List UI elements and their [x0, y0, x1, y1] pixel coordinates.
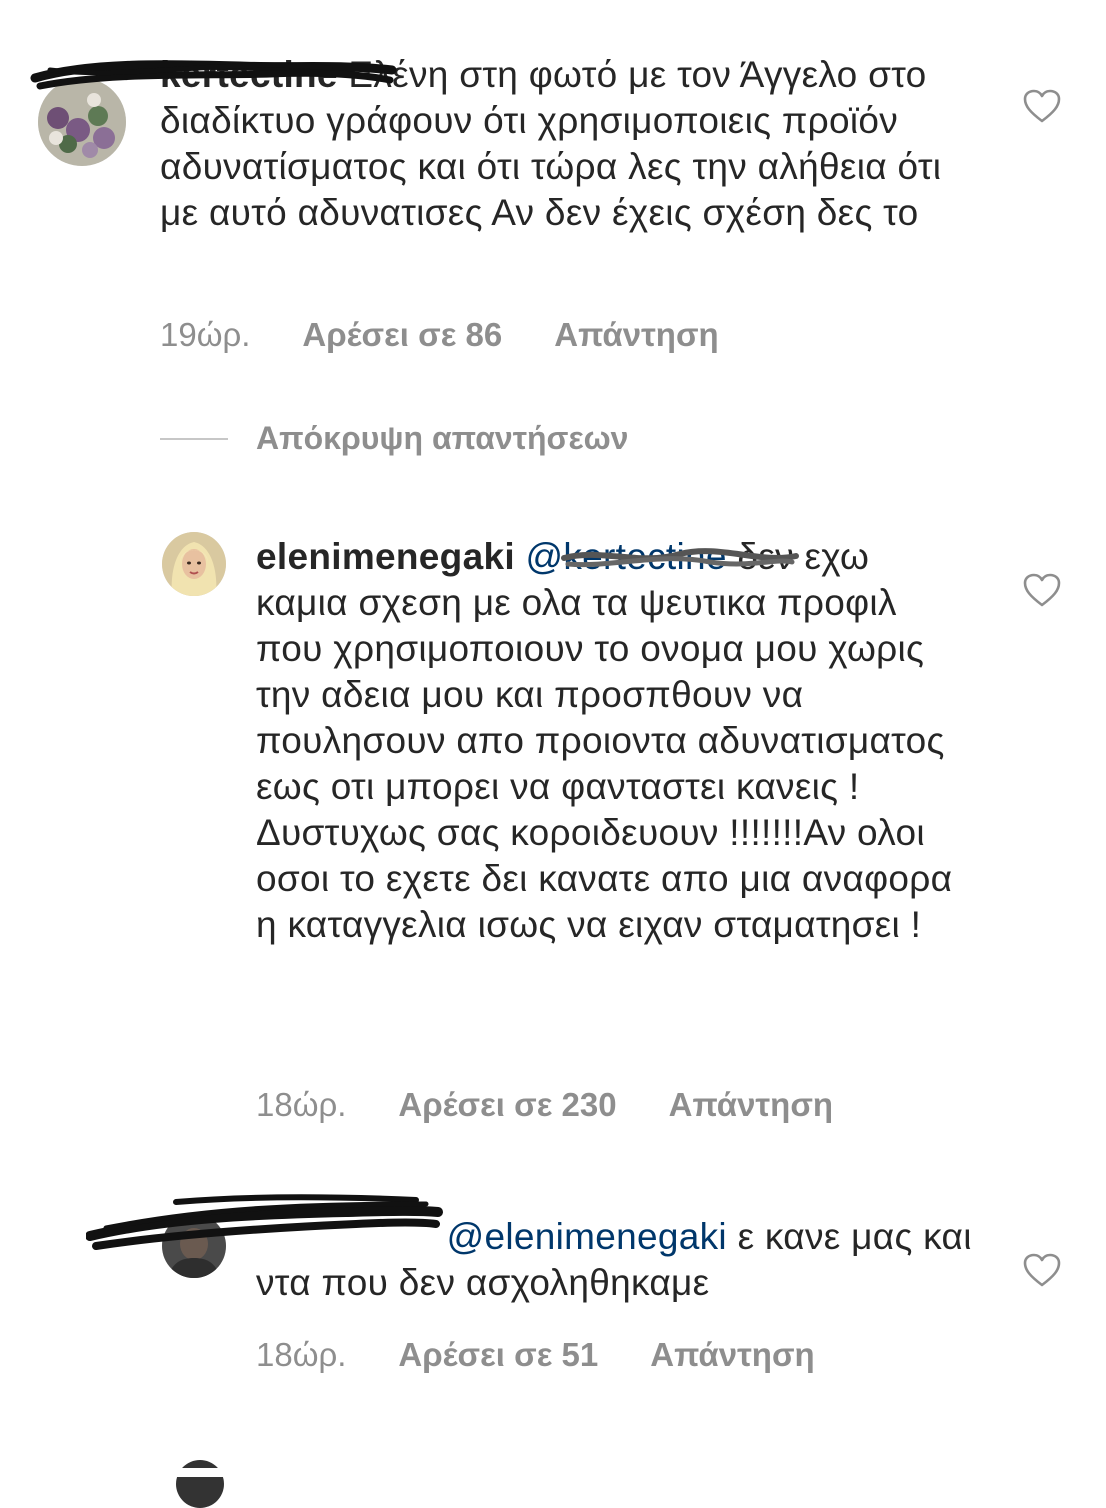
comment-time: 18ώρ.: [256, 1336, 347, 1373]
comment-meta: 19ώρ. Αρέσει σε 86 Απάντηση: [160, 316, 719, 354]
comment-username[interactable]: elenimenegaki: [256, 536, 515, 577]
divider-line: [160, 437, 228, 440]
comment-mention[interactable]: @elenimenegaki: [447, 1216, 727, 1257]
avatar[interactable]: [162, 1214, 226, 1278]
heart-outline-icon[interactable]: [1022, 1252, 1062, 1288]
comment-time: 18ώρ.: [256, 1086, 347, 1123]
comment-meta: 18ώρ. Αρέσει σε 51 Απάντηση: [256, 1336, 815, 1374]
comment-text: kertectine Ελένη στη φωτό με τον Άγγελο …: [160, 52, 960, 236]
bottom-edge: [0, 1468, 1106, 1477]
comment-text: elenimenegaki @kertectine δεν εχω καμια …: [256, 534, 962, 948]
heart-outline-icon[interactable]: [1022, 572, 1062, 608]
reply-button[interactable]: Απάντηση: [650, 1336, 814, 1374]
comment-meta: 18ώρ. Αρέσει σε 230 Απάντηση: [256, 1086, 833, 1124]
reply-button[interactable]: Απάντηση: [669, 1086, 833, 1124]
comment-likes[interactable]: Αρέσει σε 86: [302, 316, 502, 354]
hide-replies-label: Απόκρυψη απαντήσεων: [256, 420, 629, 456]
avatar[interactable]: [162, 532, 226, 596]
hide-replies-toggle[interactable]: Απόκρυψη απαντήσεων: [160, 420, 628, 457]
comment-time: 19ώρ.: [160, 316, 251, 353]
comment-likes[interactable]: Αρέσει σε 51: [398, 1336, 598, 1374]
comment-content: δεν εχω καμια σχεση με ολα τα ψευτικα πρ…: [256, 536, 953, 945]
heart-outline-icon[interactable]: [1022, 88, 1062, 124]
comment-username[interactable]: kertectine: [160, 54, 338, 95]
avatar[interactable]: [38, 78, 126, 166]
comment-text: @elenimenegaki ε κανε μας και ντα που δε…: [256, 1214, 976, 1306]
reply-button[interactable]: Απάντηση: [554, 316, 718, 354]
comment-likes[interactable]: Αρέσει σε 230: [398, 1086, 616, 1124]
comment-mention[interactable]: @kertectine: [526, 536, 727, 577]
